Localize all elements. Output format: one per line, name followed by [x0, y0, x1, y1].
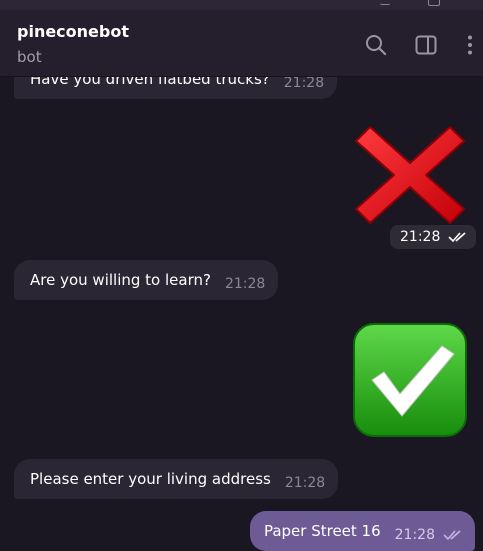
- incoming-message[interactable]: Have you driven flatbed trucks? 21:28: [14, 77, 338, 99]
- outgoing-message[interactable]: Paper Street 16 21:28: [249, 511, 475, 551]
- message-text: Are you willing to learn?: [30, 271, 211, 289]
- chat-status: bot: [17, 48, 42, 66]
- close-window-icon[interactable]: [462, 0, 472, 4]
- incoming-message[interactable]: Are you willing to learn? 21:28: [14, 260, 279, 300]
- message-time: 21:28: [283, 77, 325, 91]
- message-time: 21:28: [400, 229, 441, 245]
- chat-title[interactable]: pineconebot: [17, 22, 129, 41]
- message-time: 21:28: [284, 475, 326, 491]
- chat-message-list[interactable]: Have you driven flatbed trucks? 21:28 21…: [0, 77, 483, 551]
- more-vertical-icon[interactable]: [459, 34, 481, 56]
- maximize-window-icon[interactable]: [428, 0, 440, 6]
- minimize-window-icon[interactable]: [380, 0, 390, 5]
- red-cross-mark[interactable]: [352, 123, 468, 227]
- double-check-icon: [443, 530, 461, 541]
- chat-header: pineconebot bot: [0, 10, 483, 77]
- message-time: 21:28: [224, 276, 266, 292]
- sticker-time-chip: 21:28: [390, 225, 477, 249]
- message-text: Please enter your living address: [30, 470, 271, 488]
- double-check-icon: [448, 232, 466, 243]
- green-check-mark[interactable]: [352, 322, 468, 438]
- message-time: 21:28: [394, 527, 435, 543]
- sidebar-toggle-icon[interactable]: [415, 34, 437, 56]
- message-text: Paper Street 16: [263, 522, 381, 540]
- incoming-message[interactable]: Please enter your living address 21:28: [14, 459, 339, 499]
- search-icon[interactable]: [365, 34, 387, 56]
- message-text: Have you driven flatbed trucks?: [30, 77, 270, 88]
- window-titlebar: [0, 0, 483, 10]
